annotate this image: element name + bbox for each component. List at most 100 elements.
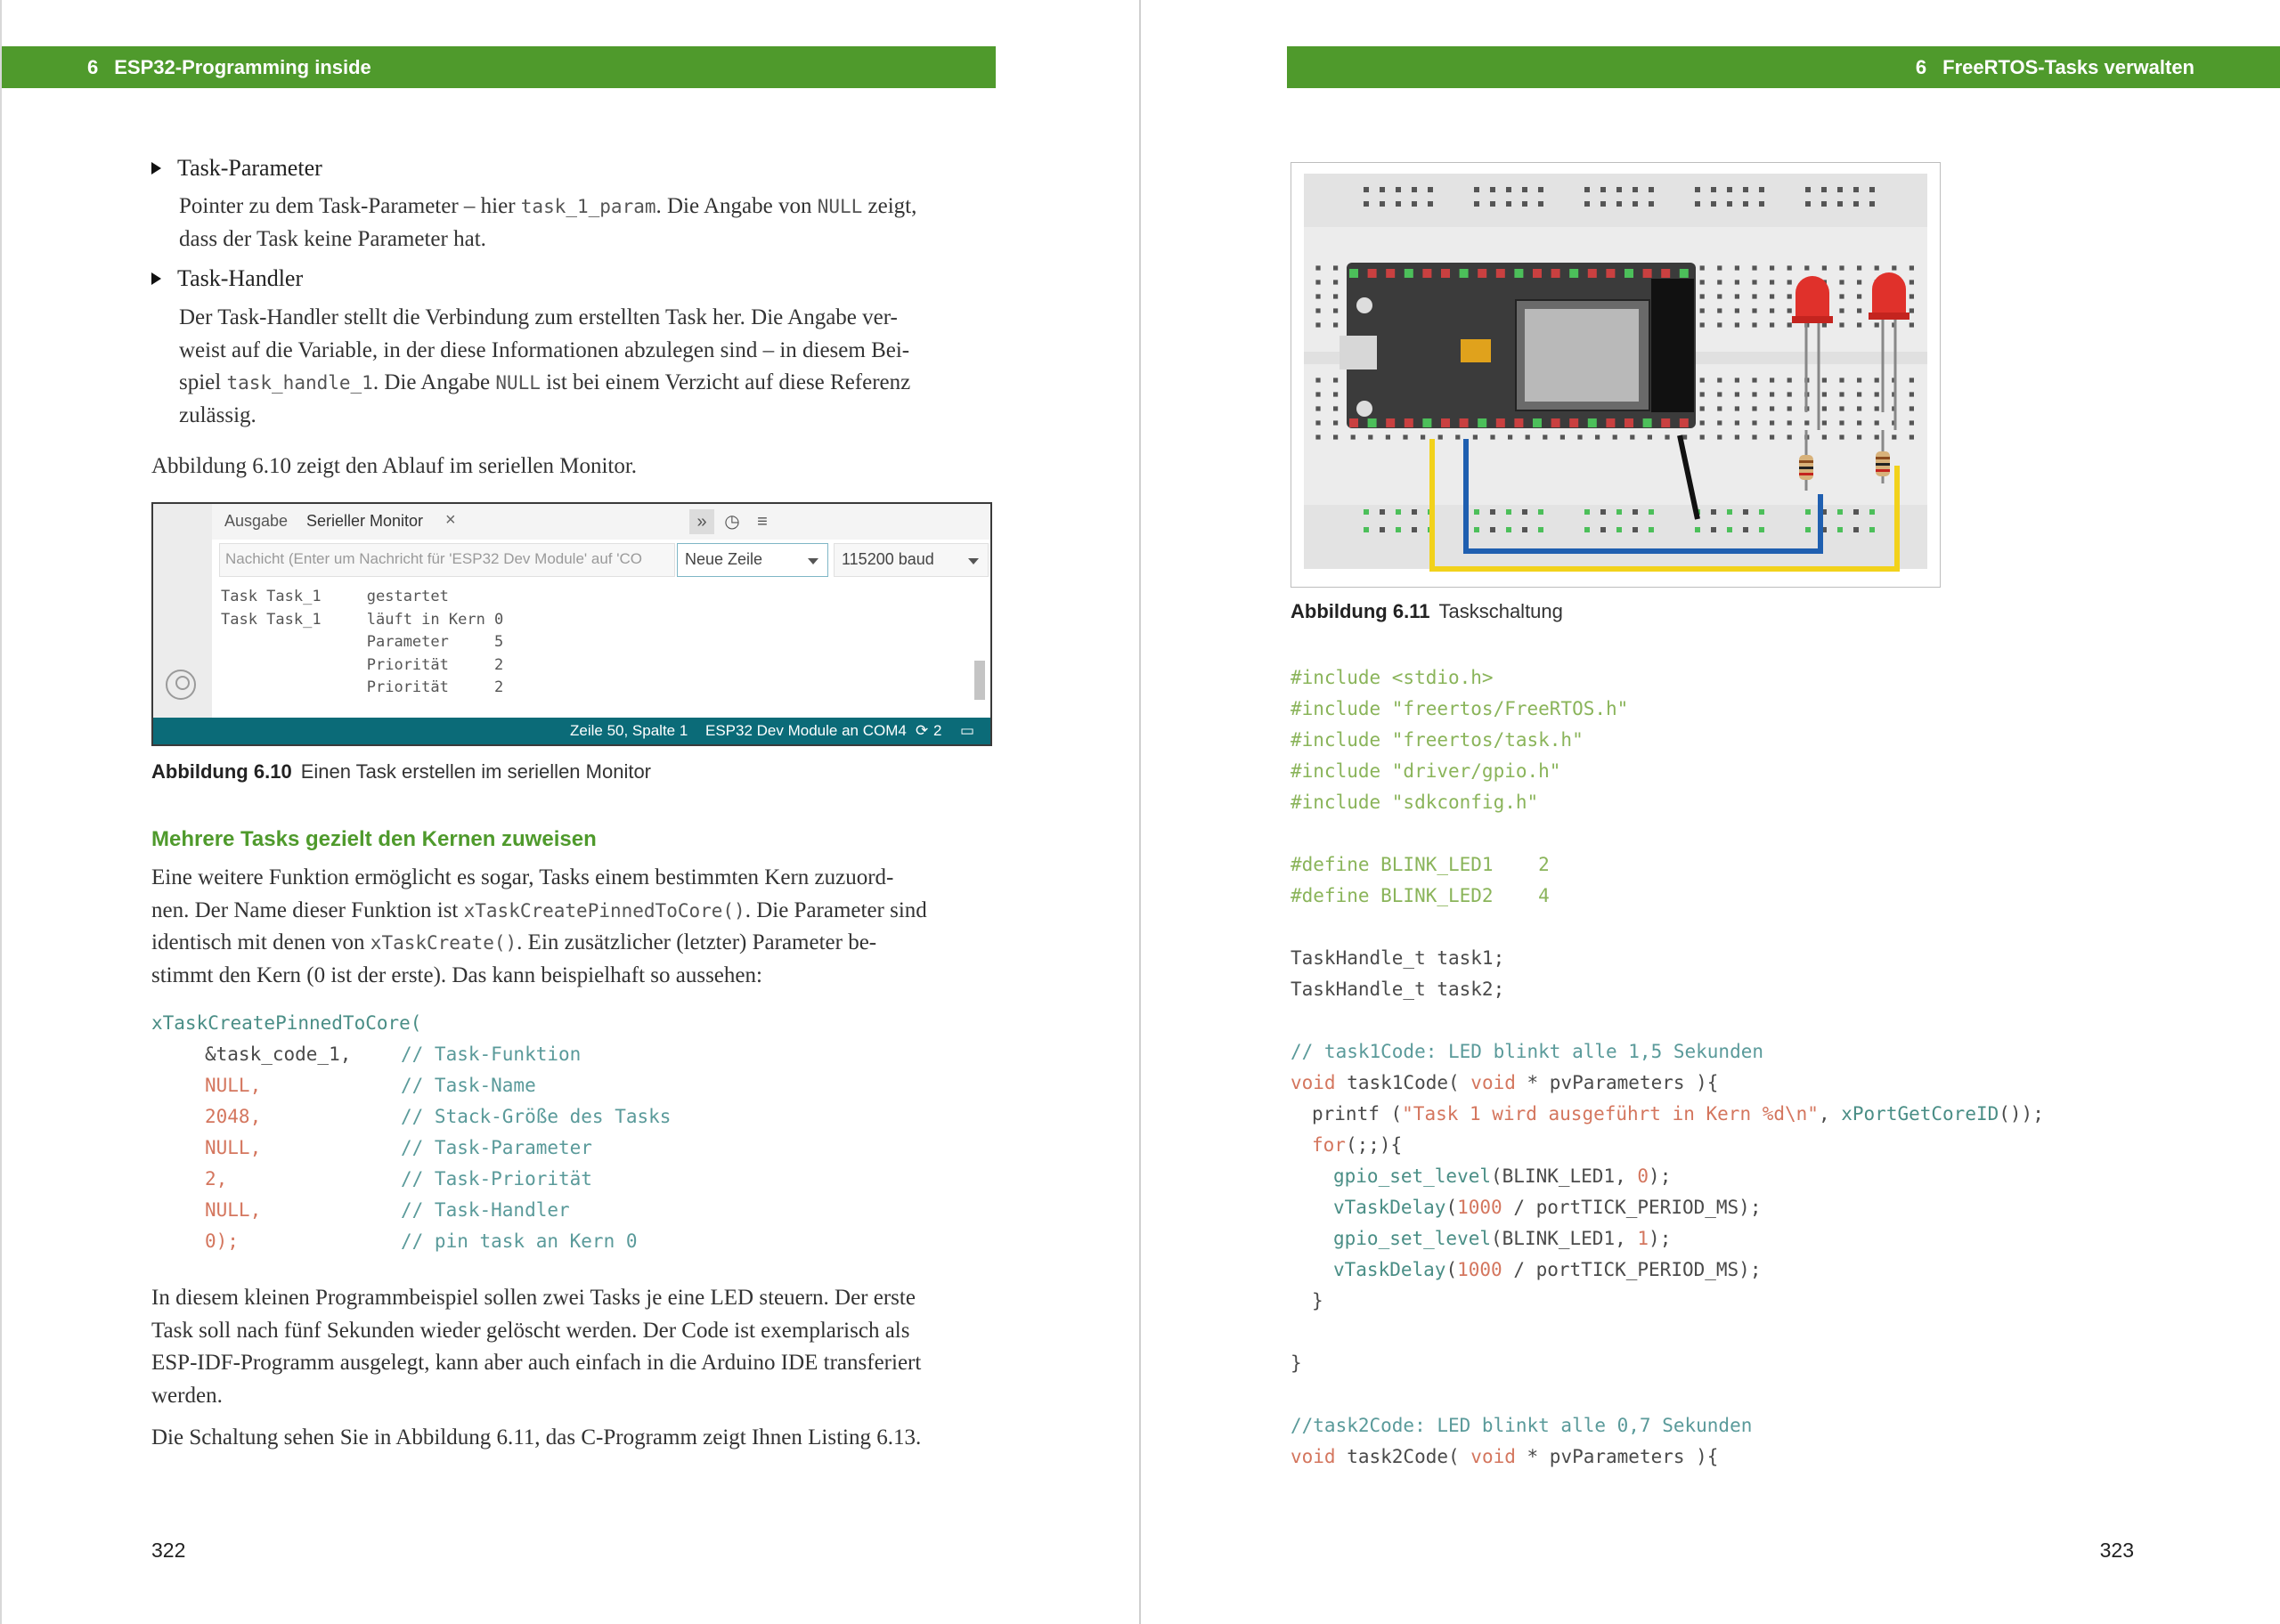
pin-top (1606, 269, 1616, 278)
account-icon (166, 670, 196, 700)
pin-top (1404, 269, 1413, 278)
terminal-hole (1699, 265, 1705, 271)
pin-top (1514, 269, 1524, 278)
terminal-hole (1699, 434, 1705, 440)
terminal-hole (1385, 434, 1390, 440)
terminal-hole (1315, 308, 1321, 313)
terminal-hole (1770, 322, 1775, 328)
rail-hole (1600, 527, 1606, 532)
pin-bottom (1349, 418, 1358, 427)
antenna-area (1651, 279, 1694, 412)
terminal-hole (1752, 420, 1757, 426)
terminal-hole (1839, 308, 1844, 313)
terminal-hole (1734, 392, 1739, 397)
terminal-hole (1717, 308, 1722, 313)
serial-monitor-screenshot: Ausgabe Serieller Monitor × » ◷ ≡ Nachic… (151, 502, 992, 746)
baud-rate-select[interactable]: 115200 baud (834, 543, 989, 577)
terminal-hole (1909, 294, 1914, 299)
rail-hole (1584, 187, 1590, 192)
terminal-hole (1752, 406, 1757, 411)
terminal-hole (1857, 434, 1862, 440)
rail-hole (1584, 527, 1590, 532)
terminal-hole (1857, 406, 1862, 411)
terminal-hole (1315, 280, 1321, 285)
page-number: 323 (2099, 1539, 2134, 1562)
power-rail-top (1304, 174, 1927, 227)
terminal-hole (1909, 308, 1914, 313)
rail-hole (1695, 201, 1700, 207)
rail-hole (1853, 187, 1859, 192)
rail-hole (1506, 201, 1511, 207)
terminal-hole (1333, 434, 1339, 440)
notification-icon[interactable]: ⟳ (916, 722, 928, 740)
rail-hole (1821, 187, 1827, 192)
terminal-hole (1787, 420, 1792, 426)
chapter-number: 6 (87, 55, 99, 78)
terminal-hole (1734, 434, 1739, 440)
close-icon[interactable]: × (445, 510, 456, 531)
tab-ausgabe[interactable]: Ausgabe (224, 512, 288, 531)
terminal-hole (1909, 280, 1914, 285)
terminal-hole (1787, 378, 1792, 383)
rail-hole (1490, 187, 1495, 192)
terminal-hole (1612, 434, 1617, 440)
terminal-hole (1874, 420, 1879, 426)
terminal-hole (1787, 392, 1792, 397)
reset-button (1356, 401, 1372, 417)
rail-hole (1616, 201, 1622, 207)
pin-bottom (1422, 418, 1432, 427)
terminal-hole (1874, 406, 1879, 411)
terminal-hole (1577, 434, 1583, 440)
rail-hole (1600, 201, 1606, 207)
rail-hole (1649, 527, 1654, 532)
scrollbar-thumb[interactable] (974, 661, 985, 700)
terminal-hole (1821, 434, 1827, 440)
breadboard-illustration (1304, 174, 1927, 572)
panel-toggle-icon[interactable]: ▭ (960, 722, 974, 740)
terminal-hole (1333, 280, 1339, 285)
terminal-hole (1770, 392, 1775, 397)
rail-hole (1711, 201, 1716, 207)
terminal-hole (1909, 434, 1914, 440)
chevron-down-icon (968, 558, 979, 564)
terminal-hole (1717, 420, 1722, 426)
terminal-hole (1508, 434, 1513, 440)
terminal-hole (1857, 322, 1862, 328)
collapse-icon[interactable]: » (689, 509, 714, 534)
terminal-hole (1874, 322, 1879, 328)
rail-hole (1711, 187, 1716, 192)
message-input[interactable]: Nachicht (Enter um Nachricht für 'ESP32 … (219, 543, 675, 577)
rail-hole (1633, 187, 1638, 192)
pin-top (1569, 269, 1579, 278)
terminal-hole (1839, 378, 1844, 383)
terminal-hole (1734, 378, 1739, 383)
terminal-hole (1630, 434, 1635, 440)
bullet-triangle-icon (151, 272, 161, 286)
boot-button (1356, 297, 1372, 313)
terminal-hole (1437, 434, 1443, 440)
menu-icon[interactable]: ≡ (750, 509, 775, 534)
right-running-header: 6 FreeRTOS-Tasks verwalten (1287, 46, 2280, 88)
terminal-hole (1821, 392, 1827, 397)
tab-serieller-monitor[interactable]: Serieller Monitor (306, 512, 423, 531)
line-ending-select[interactable]: Neue Zeile (677, 543, 828, 577)
pin-top (1642, 269, 1652, 278)
terminal-hole (1874, 265, 1879, 271)
rail-hole (1805, 527, 1811, 532)
rail-hole (1837, 201, 1843, 207)
terminal-hole (1315, 294, 1321, 299)
terminal-hole (1333, 378, 1339, 383)
rail-hole (1805, 187, 1811, 192)
terminal-hole (1770, 378, 1775, 383)
pin-bottom (1367, 418, 1377, 427)
rail-hole (1396, 527, 1401, 532)
terminal-hole (1734, 265, 1739, 271)
clock-icon[interactable]: ◷ (720, 509, 745, 534)
terminal-hole (1699, 308, 1705, 313)
terminal-hole (1490, 434, 1495, 440)
bullet-title: Task-Handler (177, 265, 304, 291)
terminal-hole (1909, 378, 1914, 383)
pin-top (1422, 269, 1432, 278)
terminal-hole (1699, 392, 1705, 397)
rail-hole (1490, 527, 1495, 532)
